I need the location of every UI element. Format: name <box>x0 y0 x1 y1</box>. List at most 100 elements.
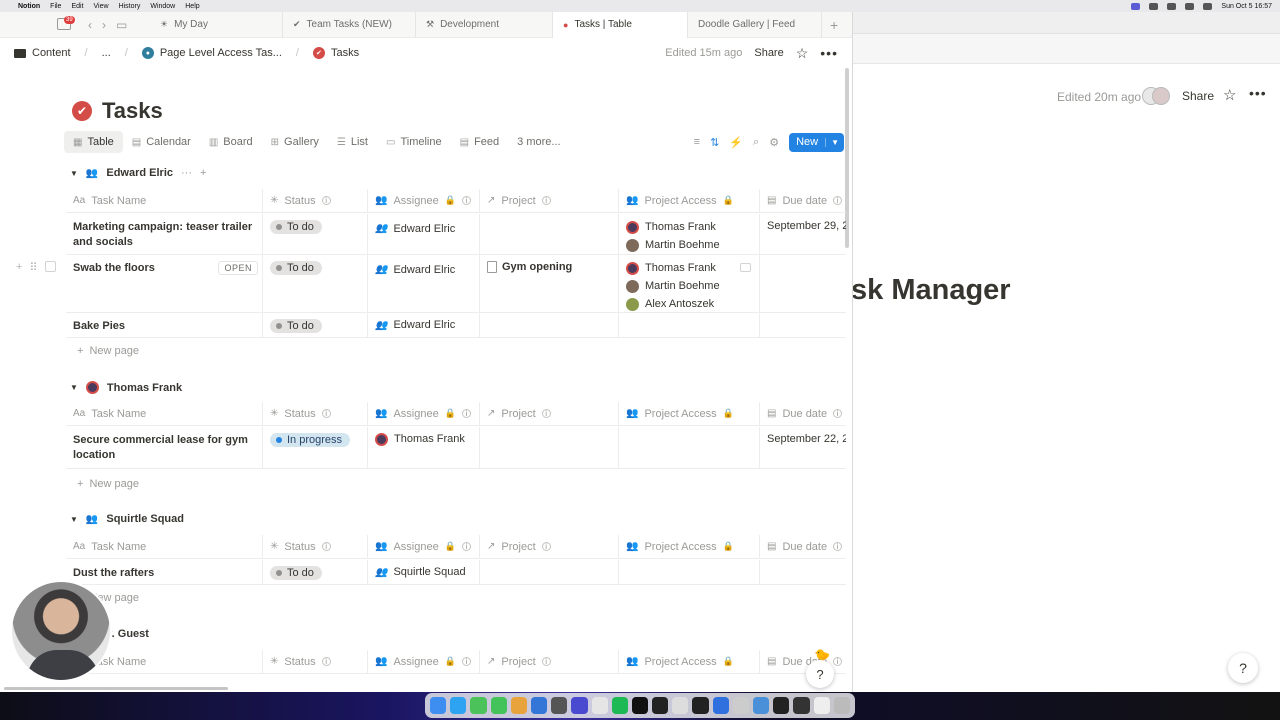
toggle-caret-icon[interactable]: ▼ <box>70 383 78 392</box>
more-icon[interactable]: ••• <box>820 45 838 61</box>
col-status[interactable]: ✳ Status i <box>263 402 368 425</box>
menu-view[interactable]: View <box>94 3 109 10</box>
script-editor-icon[interactable] <box>732 697 749 714</box>
breadcrumb-page-access[interactable]: Page Level Access Tas... <box>160 47 282 59</box>
group-header[interactable]: ▼ Thomas Frank <box>70 381 182 394</box>
view-board[interactable]: ▥ Board <box>200 131 262 153</box>
cell-status[interactable]: To do <box>263 313 368 337</box>
finder-icon[interactable] <box>430 697 447 714</box>
cell-assignee[interactable]: 👥 Edward Elric <box>368 214 480 254</box>
horizontal-scrollbar[interactable] <box>4 687 228 690</box>
new-button[interactable]: New ▼ <box>789 132 844 152</box>
drag-handle-icon[interactable]: ⠿ <box>29 261 37 274</box>
page-check-icon[interactable]: ✔ <box>72 101 92 121</box>
bg-share-button[interactable]: Share <box>1182 89 1214 103</box>
new-page-button[interactable]: + New page <box>77 478 139 490</box>
row-checkbox[interactable] <box>44 261 56 272</box>
col-project[interactable]: ↗ Project i <box>480 650 619 673</box>
cell-project-access[interactable] <box>619 427 760 468</box>
col-task-name[interactable]: Aa Task Name <box>66 189 263 212</box>
page-title-text[interactable]: Tasks <box>102 98 163 124</box>
more-icon[interactable]: ··· <box>181 167 192 179</box>
window-icon[interactable]: ▭ <box>116 18 127 32</box>
tab-my-day[interactable]: ☀ My Day <box>150 12 283 38</box>
tab-tasks-table[interactable]: ● Tasks | Table <box>553 12 688 38</box>
cell-project-access[interactable] <box>619 313 760 337</box>
trash-icon[interactable] <box>833 697 850 714</box>
settings-icon[interactable]: ⚙ <box>769 136 779 149</box>
cell-due-date[interactable]: September 29, 20 <box>760 214 846 254</box>
cell-task[interactable]: Swab the floors OPEN <box>66 255 263 312</box>
breadcrumb-ellipsis[interactable]: ... <box>102 47 111 59</box>
mail-icon[interactable] <box>551 697 568 714</box>
row-handle[interactable]: + ⠿ <box>16 261 56 274</box>
battery-icon[interactable] <box>1149 2 1159 10</box>
col-project[interactable]: ↗ Project i <box>480 189 619 212</box>
cell-status[interactable]: To do <box>263 255 368 312</box>
automation-icon[interactable]: ⚡ <box>729 136 743 149</box>
col-project-access[interactable]: 👥 Project Access 🔒 <box>619 402 760 425</box>
col-due-date[interactable]: ▤ Due date i <box>760 535 846 558</box>
table-row[interactable]: Dust the rafters To do 👥 Squirtle Squad <box>66 560 846 585</box>
menu-edit[interactable]: Edit <box>71 3 83 10</box>
status-badge[interactable]: To do <box>270 261 322 275</box>
cell-due-date[interactable] <box>760 255 846 312</box>
tab-doodle-gallery[interactable]: Doodle Gallery | Feed <box>688 12 822 38</box>
screen-record-icon[interactable] <box>1131 2 1141 10</box>
star-icon[interactable]: ☆ <box>796 45 809 62</box>
cell-project[interactable] <box>480 560 619 584</box>
table-row[interactable]: Secure commercial lease for gym location… <box>66 427 846 469</box>
calendar-app-icon[interactable] <box>652 697 669 714</box>
col-task-name[interactable]: Aa Task Name <box>66 535 263 558</box>
app-store-icon[interactable] <box>530 697 548 714</box>
col-status[interactable]: ✳ Status i <box>263 189 368 212</box>
view-table[interactable]: ▦ Table <box>64 131 123 153</box>
menu-window[interactable]: Window <box>150 3 175 10</box>
col-assignee[interactable]: 👥 Assignee 🔒 i <box>368 535 480 558</box>
safari-icon[interactable] <box>450 697 467 714</box>
screen-capture-icon[interactable] <box>793 697 810 714</box>
table-row[interactable]: Bake Pies To do 👥 Edward Elric <box>66 313 846 338</box>
group-header[interactable]: ▼ 👥 Edward Elric ··· + <box>70 167 206 179</box>
1password-icon[interactable] <box>712 697 729 714</box>
open-button[interactable]: OPEN <box>218 261 258 275</box>
preview-icon[interactable] <box>672 697 689 714</box>
cell-project-access[interactable] <box>619 560 760 584</box>
col-due-date[interactable]: ▤ Due date i <box>760 189 846 212</box>
facetime-icon[interactable] <box>490 697 507 714</box>
view-timeline[interactable]: ▭ Timeline <box>377 131 451 153</box>
status-badge[interactable]: To do <box>270 566 322 580</box>
cell-due-date[interactable]: September 22, 20 <box>760 427 846 468</box>
add-row-icon[interactable]: + <box>16 261 22 274</box>
photos-icon[interactable] <box>510 697 527 714</box>
col-task-name[interactable]: Aa Task Name <box>66 402 263 425</box>
cell-task[interactable]: Marketing campaign: teaser trailer and s… <box>66 214 263 254</box>
tab-team-tasks[interactable]: ✔ Team Tasks (NEW) <box>283 12 416 38</box>
col-due-date[interactable]: ▤ Due date i <box>760 402 846 425</box>
cell-project[interactable] <box>480 313 619 337</box>
bg-help-icon[interactable]: ? <box>1228 653 1258 683</box>
bg-avatars[interactable] <box>1142 87 1172 105</box>
document-icon[interactable] <box>813 697 830 714</box>
help-icon[interactable]: ? <box>806 660 834 688</box>
downloads-icon[interactable] <box>753 697 770 714</box>
menu-file[interactable]: File <box>50 3 61 10</box>
cell-task[interactable]: Dust the rafters <box>66 560 263 584</box>
table-row[interactable]: Swab the floors OPEN To do 👥 Edward Elric… <box>66 255 846 313</box>
back-icon[interactable]: ‹ <box>88 18 92 32</box>
discord-icon[interactable] <box>571 697 588 714</box>
toggle-caret-icon[interactable]: ▼ <box>70 169 78 178</box>
col-project-access[interactable]: 👥 Project Access 🔒 <box>619 189 760 212</box>
group-header[interactable]: ▼ 👥 Squirtle Squad <box>70 513 184 525</box>
cell-assignee[interactable]: 👥 Squirtle Squad <box>368 560 480 584</box>
share-button[interactable]: Share <box>754 47 783 59</box>
status-badge[interactable]: To do <box>270 319 322 333</box>
toggle-caret-icon[interactable]: ▼ <box>70 515 78 524</box>
cell-task[interactable]: Bake Pies <box>66 313 263 337</box>
control-center-icon[interactable] <box>1203 2 1213 10</box>
cell-project[interactable]: Gym opening <box>480 255 619 312</box>
terminal-icon[interactable] <box>773 697 790 714</box>
search-icon[interactable] <box>1185 2 1195 10</box>
breadcrumb-content[interactable]: Content <box>32 47 71 59</box>
view-list[interactable]: ☰ List <box>328 131 377 153</box>
